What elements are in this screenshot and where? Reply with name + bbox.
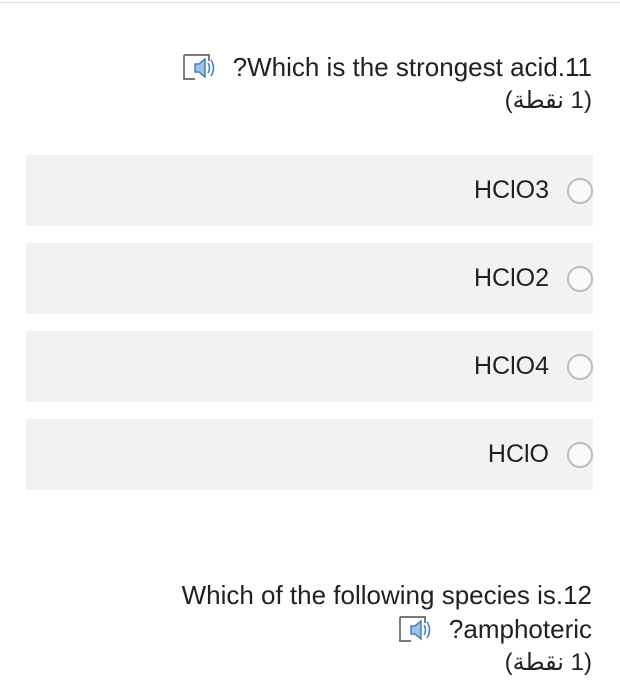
radio-button[interactable] xyxy=(567,177,593,204)
option-hclo3[interactable]: HClO3 xyxy=(26,155,593,226)
question-11-points: (1 نقطة) xyxy=(504,87,592,114)
option-hclo[interactable]: HClO xyxy=(26,419,593,490)
question-12-line-2-row: ?amphoteric xyxy=(32,612,592,646)
question-11-title-row: ?Which is the strongest acid.11 xyxy=(32,50,592,84)
radio-button[interactable] xyxy=(567,265,593,292)
question-12: Which of the following species is.12 ?am… xyxy=(32,578,592,680)
question-11-text: ?Which is the strongest acid.11 xyxy=(232,52,592,82)
option-label: HClO2 xyxy=(473,264,549,292)
top-divider xyxy=(0,2,620,3)
option-label: HClO4 xyxy=(473,352,549,380)
speaker-icon[interactable] xyxy=(397,614,435,644)
option-label: HClO3 xyxy=(473,176,549,204)
option-hclo2[interactable]: HClO2 xyxy=(26,243,593,314)
question-11-options: HClO3 HClO2 HClO4 HClO xyxy=(26,155,593,507)
option-label: HClO xyxy=(487,440,549,468)
question-12-line-2: ?amphoteric xyxy=(448,614,592,644)
question-12-points: (1 نقطة) xyxy=(504,649,592,676)
question-12-line-1: Which of the following species is.12 xyxy=(181,580,592,610)
speaker-icon[interactable] xyxy=(181,52,219,82)
question-11: ?Which is the strongest acid.11 (1 نقطة) xyxy=(32,50,592,118)
option-hclo4[interactable]: HClO4 xyxy=(26,331,593,402)
radio-button[interactable] xyxy=(567,441,593,468)
radio-button[interactable] xyxy=(567,353,593,380)
